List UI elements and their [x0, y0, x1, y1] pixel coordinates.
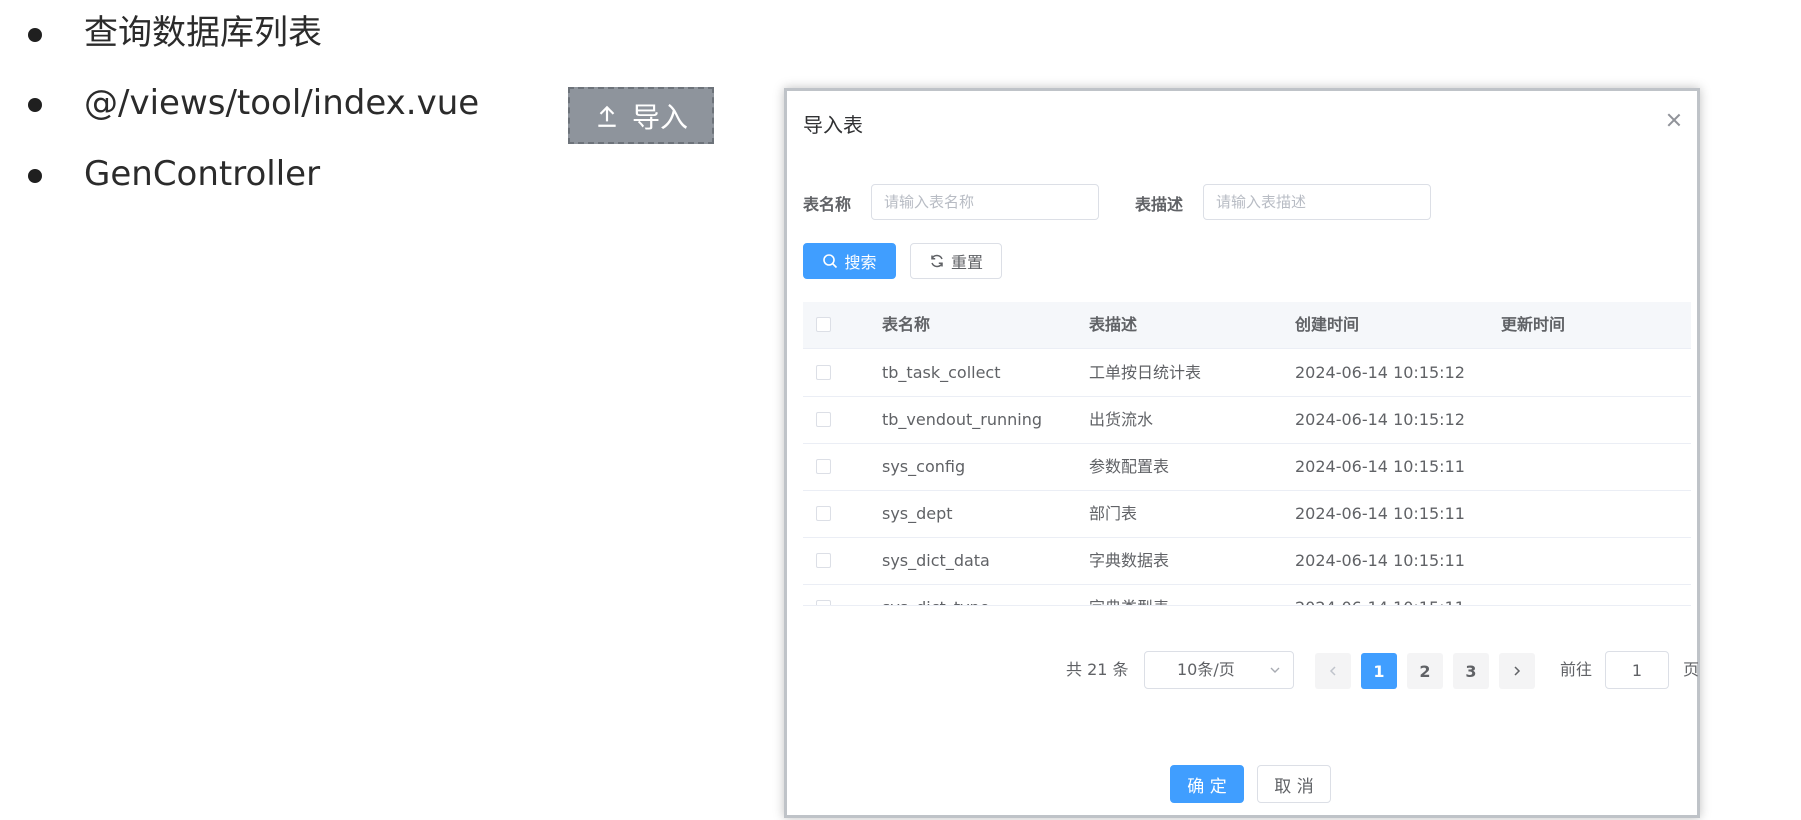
column-header-desc: 表描述 [1089, 315, 1138, 334]
cell-created: 2024-06-14 10:15:11 [1295, 551, 1465, 570]
bullet-text: 查询数据库列表 [84, 13, 322, 53]
cell-created: 2024-06-14 10:15:12 [1295, 410, 1465, 429]
cell-name: tb_task_collect [882, 363, 1001, 382]
goto-label: 前往 [1560, 660, 1593, 679]
table-desc-label: 表描述 [1135, 195, 1184, 214]
cell-desc: 工单按日统计表 [1089, 363, 1202, 382]
bullet-text: @/views/tool/index.vue [84, 83, 480, 123]
upload-icon [598, 105, 616, 127]
page-suffix-label: 页 [1683, 660, 1700, 679]
column-header-name: 表名称 [882, 315, 931, 334]
next-page-button[interactable] [1499, 653, 1535, 689]
search-button-label: 搜索 [844, 253, 877, 272]
cell-name: sys_dept [882, 504, 953, 523]
page-button-1[interactable]: 1 [1361, 653, 1397, 689]
confirm-button[interactable]: 确 定 [1170, 765, 1244, 803]
bullet-dot-icon [28, 98, 42, 112]
row-checkbox[interactable] [816, 365, 831, 380]
import-table-dialog: 导入表 表名称 表描述 搜索 重置 表名称 表描述 创建时间 更新时间 t [784, 88, 1700, 818]
cell-name: tb_vendout_running [882, 410, 1042, 429]
cell-name: sys_dict_data [882, 551, 990, 570]
cell-created: 2024-06-14 10:15:11 [1295, 584, 1465, 605]
table-row[interactable]: sys_dept 部门表 2024-06-14 10:15:11 [803, 490, 1691, 538]
goto-page-input[interactable] [1605, 651, 1669, 689]
select-all-checkbox[interactable] [816, 317, 831, 332]
reset-button-label: 重置 [950, 253, 983, 272]
cell-created: 2024-06-14 10:15:11 [1295, 504, 1465, 523]
table-row[interactable]: sys_dict_data 字典数据表 2024-06-14 10:15:11 [803, 537, 1691, 585]
table-desc-input[interactable] [1203, 184, 1431, 220]
bullet-dot-icon [28, 169, 42, 183]
reset-button[interactable]: 重置 [910, 243, 1002, 279]
bullet-dot-icon [28, 28, 42, 42]
tables-table: 表名称 表描述 创建时间 更新时间 tb_task_collect 工单按日统计… [803, 302, 1691, 605]
import-button[interactable]: 导入 [568, 87, 714, 144]
column-header-created: 创建时间 [1295, 315, 1360, 334]
cell-created: 2024-06-14 10:15:11 [1295, 457, 1465, 476]
table-name-label: 表名称 [803, 195, 852, 214]
table-name-input[interactable] [871, 184, 1099, 220]
cell-name: sys_config [882, 457, 966, 476]
cell-name: sys_dict_type [882, 584, 990, 605]
close-icon[interactable] [1665, 111, 1683, 129]
chevron-right-icon [1514, 666, 1521, 676]
page-button-3[interactable]: 3 [1453, 653, 1489, 689]
chevron-left-icon [1329, 666, 1336, 676]
import-button-label: 导入 [631, 100, 688, 134]
refresh-icon [931, 254, 943, 268]
table-row[interactable]: sys_config 参数配置表 2024-06-14 10:15:11 [803, 443, 1691, 491]
table-row[interactable]: sys_dict_type 字典类型表 2024-06-14 10:15:11 [803, 584, 1691, 605]
table-row[interactable]: tb_vendout_running 出货流水 2024-06-14 10:15… [803, 396, 1691, 444]
page-size-select[interactable]: 10条/页 [1144, 651, 1294, 689]
cell-desc: 出货流水 [1089, 410, 1154, 429]
bullet-text: GenController [84, 154, 321, 194]
cell-desc: 部门表 [1089, 504, 1138, 523]
table-header: 表名称 表描述 创建时间 更新时间 [803, 302, 1691, 349]
table-row[interactable]: tb_task_collect 工单按日统计表 2024-06-14 10:15… [803, 349, 1691, 397]
chevron-down-icon [1270, 667, 1280, 673]
column-header-updated: 更新时间 [1501, 315, 1566, 334]
pagination-total: 共 21 条 [1066, 660, 1129, 679]
search-button[interactable]: 搜索 [803, 243, 896, 279]
cell-desc: 参数配置表 [1089, 457, 1170, 476]
page-button-2[interactable]: 2 [1407, 653, 1443, 689]
row-checkbox[interactable] [816, 412, 831, 427]
cell-desc: 字典类型表 [1089, 584, 1169, 605]
row-checkbox[interactable] [816, 506, 831, 521]
cancel-button[interactable]: 取 消 [1257, 765, 1331, 803]
table-divider [803, 605, 1691, 606]
dialog-title: 导入表 [803, 113, 863, 137]
pagination: 共 21 条 10条/页 1 2 3 前往 页 [787, 651, 1700, 689]
search-icon [823, 254, 838, 269]
page-size-value: 10条/页 [1177, 660, 1235, 679]
row-checkbox[interactable] [816, 459, 831, 474]
row-checkbox[interactable] [816, 553, 831, 568]
cell-desc: 字典数据表 [1089, 551, 1170, 570]
cell-created: 2024-06-14 10:15:12 [1295, 363, 1465, 382]
prev-page-button[interactable] [1315, 653, 1351, 689]
